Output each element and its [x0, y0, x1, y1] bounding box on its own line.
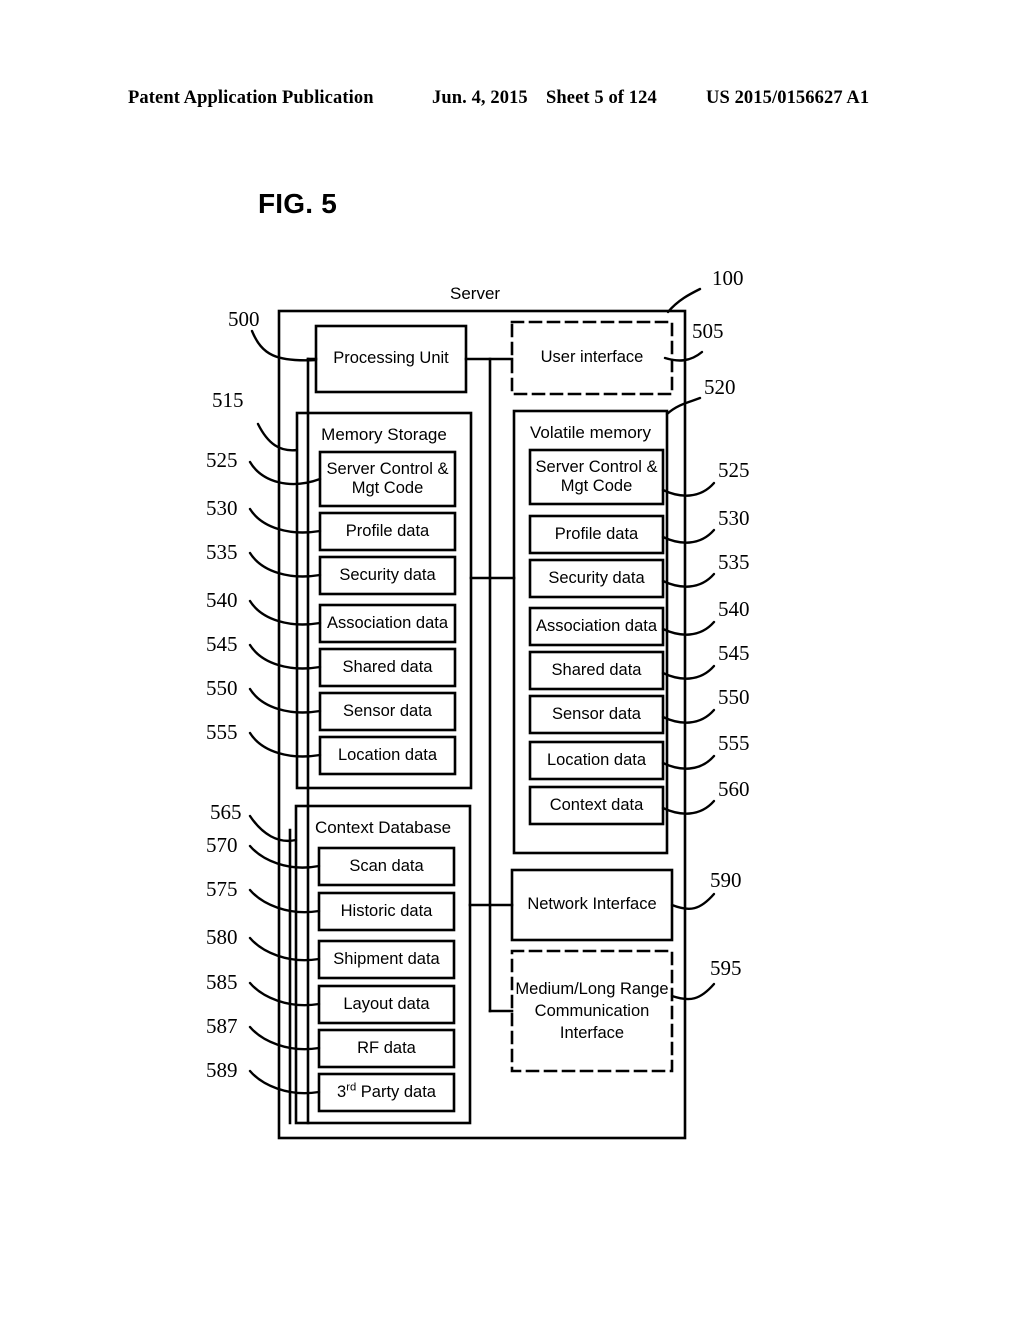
vm-item-label-6: Location data	[546, 751, 647, 769]
refnum-520: 520	[704, 375, 736, 399]
user-interface-label: User interface	[540, 348, 644, 366]
volatile-memory-label: Volatile memory	[530, 423, 651, 442]
patent-figure-page: Patent Application Publication Jun. 4, 2…	[0, 0, 1024, 1320]
ms-item-label-4: Shared data	[342, 658, 433, 676]
refnum-515: 515	[212, 388, 244, 412]
cdb-item-label-4: RF data	[357, 1039, 416, 1057]
refnum-589: 589	[206, 1058, 238, 1082]
context-database-label: Context Database	[314, 818, 452, 837]
ms-item-label-3: Association data	[326, 614, 449, 632]
refnum-540-left: 540	[206, 588, 238, 612]
memory-storage-label: Memory Storage	[321, 425, 447, 444]
refnum-585: 585	[206, 970, 238, 994]
vm-item-label-5: Sensor data	[552, 705, 641, 723]
vm-item-label-0: Server Control & Mgt Code	[535, 458, 658, 495]
refnum-500: 500	[228, 307, 260, 331]
ms-item-label-0: Server Control & Mgt Code	[326, 460, 449, 497]
server-label: Server	[450, 284, 501, 303]
refnum-575: 575	[206, 877, 238, 901]
ms-item-label-6: Location data	[337, 746, 438, 764]
refnum-535-right: 535	[718, 550, 750, 574]
refnum-580: 580	[206, 925, 238, 949]
cdb-item-label-5: 3rd Party data	[337, 1081, 436, 1101]
refnum-570: 570	[206, 833, 238, 857]
refnum-525-left: 525	[206, 448, 238, 472]
refnum-590: 590	[710, 868, 742, 892]
vm-item-label-7: Context data	[549, 796, 644, 814]
refnum-545-right: 545	[718, 641, 750, 665]
vm-item-label-4: Shared data	[551, 661, 642, 679]
processing-unit-label: Processing Unit	[333, 349, 449, 367]
refnum-530-right: 530	[718, 506, 750, 530]
refnum-550-right: 550	[718, 685, 750, 709]
network-interface-label: Network Interface	[527, 895, 657, 913]
ms-item-label-2: Security data	[339, 566, 436, 584]
cdb-item-label-3: Layout data	[343, 995, 430, 1013]
cdb-item-label-1: Historic data	[340, 902, 433, 920]
refnum-540-right: 540	[718, 597, 750, 621]
refnum-100: 100	[712, 266, 744, 290]
refnum-545-left: 545	[206, 632, 238, 656]
refnum-505: 505	[692, 319, 724, 343]
refnum-525-right: 525	[718, 458, 750, 482]
vm-item-label-3: Association data	[535, 617, 658, 635]
cdb-item-label-2: Shipment data	[333, 950, 440, 968]
leader-lines-left	[248, 329, 322, 1095]
refnum-560-right: 560	[718, 777, 750, 801]
ms-item-label-5: Sensor data	[343, 702, 432, 720]
refnum-555-left: 555	[206, 720, 238, 744]
vm-item-label-1: Profile data	[554, 525, 639, 543]
refnum-535-left: 535	[206, 540, 238, 564]
refnum-565: 565	[210, 800, 242, 824]
refnum-550-left: 550	[206, 676, 238, 700]
ms-item-label-1: Profile data	[345, 522, 430, 540]
refnum-555-right: 555	[718, 731, 750, 755]
vm-item-label-2: Security data	[548, 569, 645, 587]
comm-interface-label: Medium/Long Range Communication Interfac…	[515, 980, 669, 1042]
refnum-595: 595	[710, 956, 742, 980]
refnum-587: 587	[206, 1014, 238, 1038]
diagram-lines	[248, 287, 716, 1140]
cdb-item-label-0: Scan data	[349, 857, 424, 875]
refnum-530-left: 530	[206, 496, 238, 520]
